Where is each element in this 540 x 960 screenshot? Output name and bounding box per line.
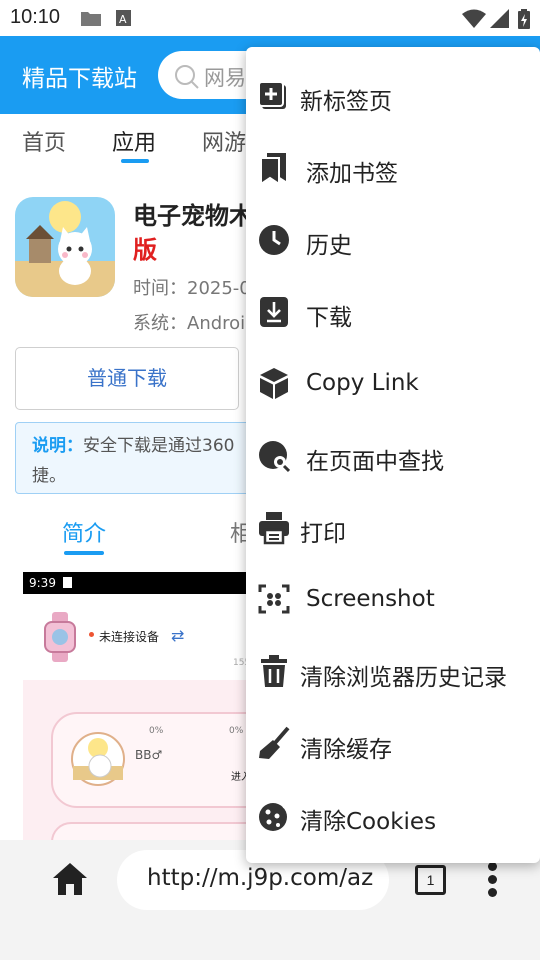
overflow-menu: 新标签页 添加书签 历史 下载 Copy Link 在页面中查找 打印 Scre…	[246, 47, 540, 863]
menu-item-clear-history[interactable]: 清除浏览器历史记录	[246, 636, 540, 708]
search-placeholder: 网易	[204, 66, 246, 90]
url-text: http://m.j9p.com/az	[147, 865, 374, 891]
tab-switcher-button[interactable]: 1	[415, 865, 446, 895]
menu-item-label: 清除Cookies	[300, 809, 437, 835]
preview-a-icon	[63, 577, 72, 588]
print-icon	[258, 509, 290, 545]
nav-active-indicator	[121, 159, 149, 163]
preview-stat-1: 0%	[149, 726, 164, 736]
menu-item-copy-link[interactable]: Copy Link	[246, 348, 540, 420]
note-text: 安全下载是通过360	[83, 436, 235, 456]
app-title: 电子宠物木	[133, 202, 253, 230]
note-text-2: 捷。	[32, 466, 66, 486]
menu-item-screenshot[interactable]: Screenshot	[246, 564, 540, 636]
site-logo[interactable]: 精品下载站	[22, 59, 137, 93]
menu-item-label: 下载	[306, 305, 352, 331]
signal-icon	[490, 9, 510, 33]
app-time: 时间：2025-0	[133, 278, 251, 299]
menu-item-label: 清除浏览器历史记录	[300, 665, 507, 691]
app-screenshot-preview[interactable]: 9:39 未连接设备 ⇄ 155 0% 0% BB♂ 进入	[23, 572, 253, 842]
menu-item-label: 在页面中查找	[306, 449, 444, 475]
svg-text:A: A	[119, 13, 127, 26]
preview-pet-card-2	[51, 822, 253, 842]
menu-item-new-tab[interactable]: 新标签页	[246, 60, 540, 132]
smartwatch-icon	[43, 612, 77, 666]
preview-stat-2: 0%	[229, 726, 244, 736]
preview-pet-card: 0% 0% BB♂ 进入	[51, 712, 253, 808]
nav-tab-online-games[interactable]: 网游	[202, 125, 246, 157]
cube-icon	[258, 365, 290, 401]
menu-item-print[interactable]: 打印	[246, 492, 540, 564]
app-title-version: 版	[133, 236, 157, 264]
home-icon[interactable]	[52, 862, 88, 900]
preview-pet-name: BB♂	[135, 748, 163, 762]
cookie-icon	[258, 797, 290, 833]
broom-icon	[258, 725, 290, 761]
wifi-icon	[462, 9, 486, 33]
normal-download-button[interactable]: 普通下载	[15, 347, 239, 410]
preview-status-bar: 9:39	[23, 572, 253, 594]
menu-item-label: 新标签页	[300, 89, 392, 115]
find-in-page-icon	[258, 437, 291, 473]
menu-item-find-in-page[interactable]: 在页面中查找	[246, 420, 540, 492]
screenshot-icon	[258, 581, 290, 617]
status-time: 10:10	[10, 6, 61, 28]
search-icon	[174, 64, 200, 94]
menu-item-label: Copy Link	[306, 370, 419, 396]
pet-avatar-icon	[71, 732, 125, 790]
swap-arrows-icon: ⇄	[171, 626, 185, 645]
subtab-active-indicator	[64, 551, 104, 555]
menu-item-history[interactable]: 历史	[246, 204, 540, 276]
note-label: 说明：	[32, 436, 83, 456]
menu-item-label: 打印	[300, 521, 346, 547]
download-note: 说明：安全下载是通过360 捷。	[15, 422, 275, 494]
menu-item-clear-cache[interactable]: 清除缓存	[246, 708, 540, 780]
nav-tab-home[interactable]: 首页	[22, 125, 66, 157]
battery-charging-icon	[518, 9, 530, 33]
menu-item-clear-cookies[interactable]: 清除Cookies	[246, 780, 540, 852]
app-icon	[15, 197, 115, 297]
menu-item-label: 添加书签	[306, 161, 398, 187]
disconnected-dot-icon	[89, 632, 94, 637]
more-options-icon[interactable]	[488, 862, 498, 898]
status-bar: 10:10 A	[0, 0, 540, 36]
menu-item-add-bookmark[interactable]: 添加书签	[246, 132, 540, 204]
a-box-icon: A	[116, 9, 132, 31]
menu-item-label: 历史	[306, 233, 352, 259]
menu-item-downloads[interactable]: 下载	[246, 276, 540, 348]
trash-icon	[258, 653, 290, 689]
new-tab-icon	[258, 77, 290, 113]
preview-device-status: 未连接设备	[99, 630, 160, 644]
nav-tab-apps[interactable]: 应用	[112, 125, 156, 157]
history-clock-icon	[258, 221, 290, 257]
bookmark-add-icon	[258, 149, 290, 186]
tab-intro[interactable]: 简介	[62, 516, 106, 548]
app-system: 系统：Androi	[133, 313, 246, 334]
preview-time: 9:39	[29, 576, 56, 590]
folder-icon	[80, 9, 102, 31]
download-icon	[258, 293, 290, 329]
menu-item-label: 清除缓存	[300, 737, 392, 763]
menu-item-label: Screenshot	[306, 586, 435, 612]
